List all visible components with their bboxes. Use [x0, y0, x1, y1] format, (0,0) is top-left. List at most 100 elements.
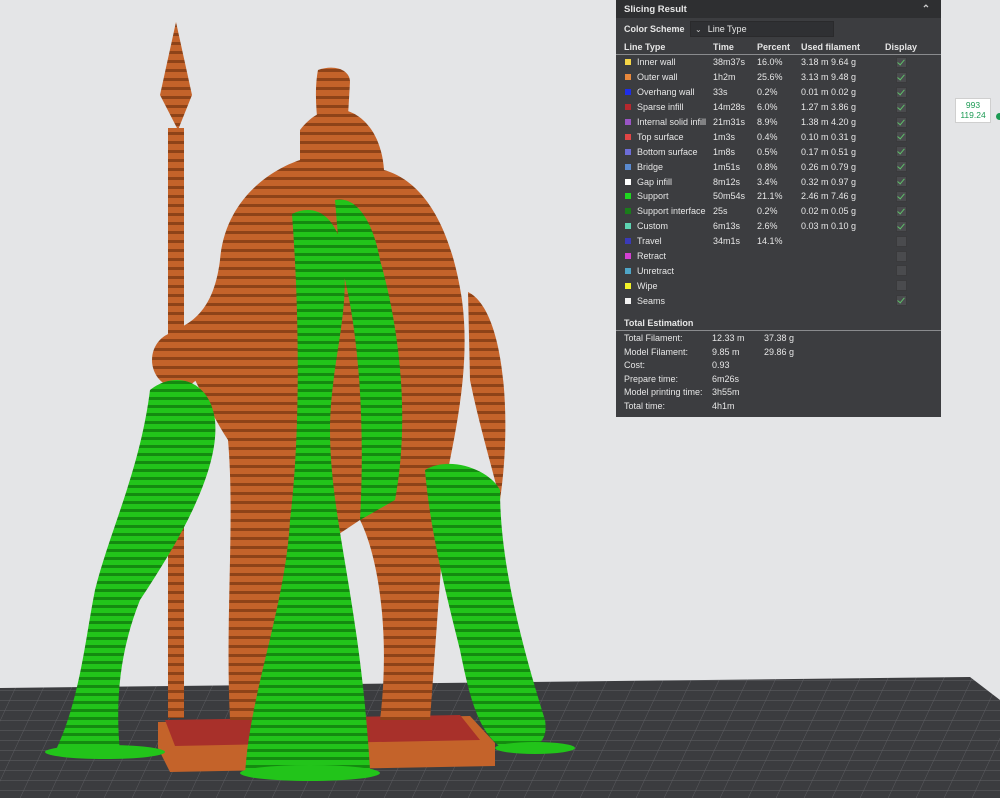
- estimation-list: Total Filament: 12.33 m 37.38 g Model Filam…: [616, 331, 941, 413]
- color-swatch: [625, 297, 631, 304]
- color-scheme-value: Line Type: [707, 24, 747, 34]
- collapse-up-icon[interactable]: ⌃: [919, 2, 933, 16]
- time-cell: 1m3s: [713, 131, 736, 142]
- line-type-list: Inner wall 38m37s 16.0% 3.18 m 9.64 g Outer …: [616, 55, 941, 308]
- color-swatch: [625, 208, 631, 215]
- display-checkbox[interactable]: [895, 235, 907, 247]
- display-cell: [886, 146, 916, 158]
- layer-number: 993: [965, 100, 981, 110]
- time-cell: 1m8s: [713, 146, 736, 157]
- line-type-label: Unretract: [637, 265, 675, 276]
- time-cell: 8m12s: [713, 176, 741, 187]
- display-cell: [886, 265, 916, 277]
- display-checkbox[interactable]: [895, 161, 907, 173]
- display-cell: [886, 116, 916, 128]
- display-cell: [886, 220, 916, 232]
- estimation-label: Model Filament:: [624, 346, 689, 357]
- estimation-label: Model printing time:: [624, 387, 703, 398]
- table-header: Line Type Time Percent Used filament Dis…: [616, 40, 941, 55]
- display-cell: [886, 280, 916, 292]
- line-type-row: Seams: [616, 293, 941, 308]
- display-checkbox[interactable]: [895, 71, 907, 83]
- color-swatch: [625, 119, 631, 125]
- line-type-cell: Gap infill: [624, 177, 713, 187]
- line-type-label: Travel: [637, 236, 662, 247]
- line-type-row: Top surface 1m3s 0.4% 0.10 m 0.31 g: [616, 129, 941, 144]
- display-checkbox[interactable]: [895, 220, 907, 232]
- display-checkbox[interactable]: [895, 250, 907, 262]
- line-type-cell: Retract: [624, 251, 713, 261]
- filament-cell: 1.27 m 3.86 g: [801, 102, 857, 113]
- color-swatch: [625, 223, 631, 230]
- line-type-row: Custom 6m13s 2.6% 0.03 m 0.10 g: [616, 219, 941, 234]
- line-type-label: Overhang wall: [637, 87, 695, 98]
- time-cell: 50m54s: [713, 191, 746, 202]
- display-cell: [886, 295, 916, 307]
- color-swatch: [625, 267, 631, 274]
- estimation-label: Prepare time:: [624, 373, 679, 384]
- header-display: Display: [885, 42, 918, 52]
- estimation-row: Total Filament: 12.33 m 37.38 g: [616, 331, 941, 345]
- estimation-row: Cost: 0.93: [616, 358, 941, 372]
- line-type-label: Retract: [637, 251, 667, 262]
- display-cell: [886, 71, 916, 83]
- line-type-row: Support interface 25s 0.2% 0.02 m 0.05 g: [616, 204, 941, 219]
- display-checkbox[interactable]: [895, 131, 907, 143]
- line-type-row: Bottom surface 1m8s 0.5% 0.17 m 0.51 g: [616, 144, 941, 159]
- estimation-row: Prepare time: 6m26s: [616, 372, 941, 386]
- line-type-label: Support: [637, 191, 669, 202]
- color-swatch: [625, 148, 631, 155]
- display-checkbox[interactable]: [895, 190, 907, 202]
- filament-cell: 0.17 m 0.51 g: [801, 146, 857, 157]
- display-checkbox[interactable]: [895, 101, 907, 113]
- filament-cell: 0.26 m 0.79 g: [801, 161, 857, 172]
- line-type-row: Bridge 1m51s 0.8% 0.26 m 0.79 g: [616, 159, 941, 174]
- display-cell: [886, 250, 916, 262]
- line-type-cell: Wipe: [624, 281, 713, 291]
- display-checkbox[interactable]: [895, 176, 907, 188]
- color-swatch: [625, 193, 631, 200]
- line-type-row: Gap infill 8m12s 3.4% 0.32 m 0.97 g: [616, 174, 941, 189]
- percent-cell: 25.6%: [757, 72, 783, 83]
- filament-cell: 3.13 m 9.48 g: [801, 72, 857, 83]
- line-type-label: Inner wall: [637, 57, 676, 68]
- estimation-value: 4h1m: [712, 400, 735, 411]
- layer-slider-handle[interactable]: [996, 113, 1000, 120]
- display-checkbox[interactable]: [895, 86, 907, 98]
- header-percent: Percent: [757, 42, 791, 52]
- time-cell: 25s: [713, 206, 728, 217]
- line-type-label: Top surface: [637, 131, 684, 142]
- display-checkbox[interactable]: [895, 265, 907, 277]
- line-type-label: Internal solid infill: [637, 117, 707, 127]
- display-cell: [886, 235, 916, 247]
- panel-title: Slicing Result: [624, 3, 687, 15]
- header-time: Time: [713, 42, 734, 52]
- panel-header: Slicing Result ⌃: [616, 0, 941, 18]
- filament-cell: 0.32 m 0.97 g: [801, 176, 857, 187]
- percent-cell: 0.8%: [757, 161, 778, 172]
- line-type-label: Bridge: [637, 161, 664, 172]
- percent-cell: 14.1%: [757, 236, 783, 247]
- line-type-cell: Custom: [624, 221, 713, 231]
- display-checkbox[interactable]: [895, 56, 907, 68]
- display-checkbox[interactable]: [895, 295, 907, 307]
- color-swatch: [625, 163, 631, 170]
- line-type-cell: Bottom surface: [624, 147, 713, 157]
- color-swatch: [625, 178, 631, 185]
- display-checkbox[interactable]: [895, 280, 907, 292]
- estimation-value: 12.33 m: [712, 332, 745, 343]
- line-type-label: Sparse infill: [637, 102, 684, 113]
- display-checkbox[interactable]: [895, 116, 907, 128]
- display-checkbox[interactable]: [895, 146, 907, 158]
- estimation-value: 0.93: [712, 360, 730, 371]
- line-type-label: Bottom surface: [637, 146, 698, 157]
- line-type-cell: Top surface: [624, 132, 713, 142]
- display-checkbox[interactable]: [895, 205, 907, 217]
- color-scheme-label: Color Scheme: [624, 24, 685, 34]
- percent-cell: 0.5%: [757, 146, 778, 157]
- color-scheme-select[interactable]: ⌄ Line Type: [690, 21, 834, 37]
- line-type-cell: Support: [624, 191, 713, 201]
- display-cell: [886, 190, 916, 202]
- line-type-cell: Inner wall: [624, 57, 713, 67]
- filament-cell: 0.01 m 0.02 g: [801, 87, 857, 98]
